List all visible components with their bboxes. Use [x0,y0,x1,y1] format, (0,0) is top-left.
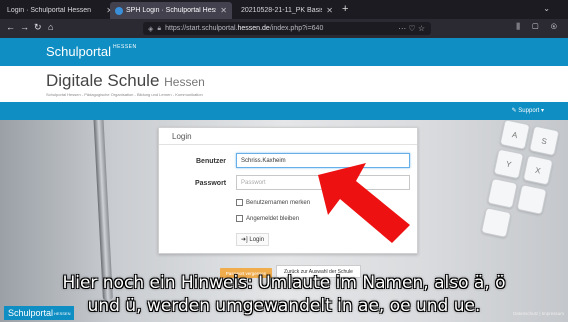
browser-nav-bar: ← → ↻ ⌂ ◈ 🔒︎ https://start.schulportal. h… [0,19,568,38]
remember-label: Benutzernamen merken [246,199,311,206]
login-title: Login [172,132,192,141]
divider [159,144,417,145]
url-actions[interactable]: ··· ♡ ☆ [398,24,425,33]
page-subtitle: Schulportal Hessen - Pädagogische Organi… [46,92,203,97]
toolbar-icons[interactable]: ⫼ ▢ ⊛ [516,22,562,32]
site-logo[interactable]: Schulportal HESSEN [46,44,137,59]
logo-text: Schulportal [46,44,112,59]
sub-navigation: ✎ Support ▾ [0,102,568,120]
tab-label: SPH Login · Schulportal Hesse [126,7,217,14]
stay-label: Angemeldet bleiben [246,215,300,222]
title-suffix: Hessen [164,75,205,89]
browser-tab[interactable]: Login · Schulportal Hessen ✕ [2,2,118,19]
checkbox-icon [236,215,243,222]
browser-tab[interactable]: 20210528-21-11_PK Basisanl ✕ [236,2,338,19]
url-suffix: /index.php?i=640 [269,25,324,32]
login-button[interactable]: ➜] Login [236,233,270,246]
subtitle-line-2: und ü, werden umgewandelt in ae, oe und … [87,296,481,316]
stay-logged-in-checkbox[interactable]: Angemeldet bleiben [236,215,299,222]
url-prefix: https://start.schulportal. [165,25,238,32]
red-arrow-icon [318,163,410,243]
page-title: Digitale Schule Hessen [46,71,205,91]
url-bar[interactable]: ◈ 🔒︎ https://start.schulportal. hessen.de… [143,22,431,35]
keyboard-image: A S Y X [474,120,568,291]
tab-label: Login · Schulportal Hessen [7,7,92,14]
subtitle-line-1: Hier noch ein Hinweis: Umlaute im Namen,… [62,273,506,293]
lock-icon: 🔒︎ [157,24,162,32]
tab-label: 20210528-21-11_PK Basisanl [241,7,322,14]
page-heading: Digitale Schule Hessen Schulportal Hesse… [0,66,568,102]
close-icon[interactable]: ✕ [220,6,227,15]
username-label: Benutzer [196,158,226,165]
shield-icon: ◈ [148,25,154,33]
screen: { "browser": { "tabs": [ {"label": "Logi… [0,0,568,322]
forward-icon[interactable]: → [20,22,29,32]
password-label: Passwort [195,180,227,187]
remember-checkbox[interactable]: Benutzernamen merken [236,199,310,206]
new-tab-button[interactable]: + [342,3,348,15]
back-icon[interactable]: ← [6,22,15,32]
logo-sup: HESSEN [113,44,137,50]
chevron-down-icon[interactable]: ⌄ [543,4,550,13]
support-menu[interactable]: ✎ Support ▾ [512,107,544,114]
browser-tab-bar: Login · Schulportal Hessen ✕ SPH Login ·… [0,0,568,19]
browser-tab-active[interactable]: SPH Login · Schulportal Hesse ✕ [110,2,232,19]
checkbox-icon [236,199,243,206]
reload-icon[interactable]: ↻ [34,22,42,33]
home-icon[interactable]: ⌂ [48,22,53,32]
title-main: Digitale Schule [46,71,160,90]
site-header: Schulportal HESSEN [0,38,568,66]
close-icon[interactable]: ✕ [326,6,333,15]
favicon-icon [115,6,123,15]
url-domain: hessen.de [237,25,270,32]
